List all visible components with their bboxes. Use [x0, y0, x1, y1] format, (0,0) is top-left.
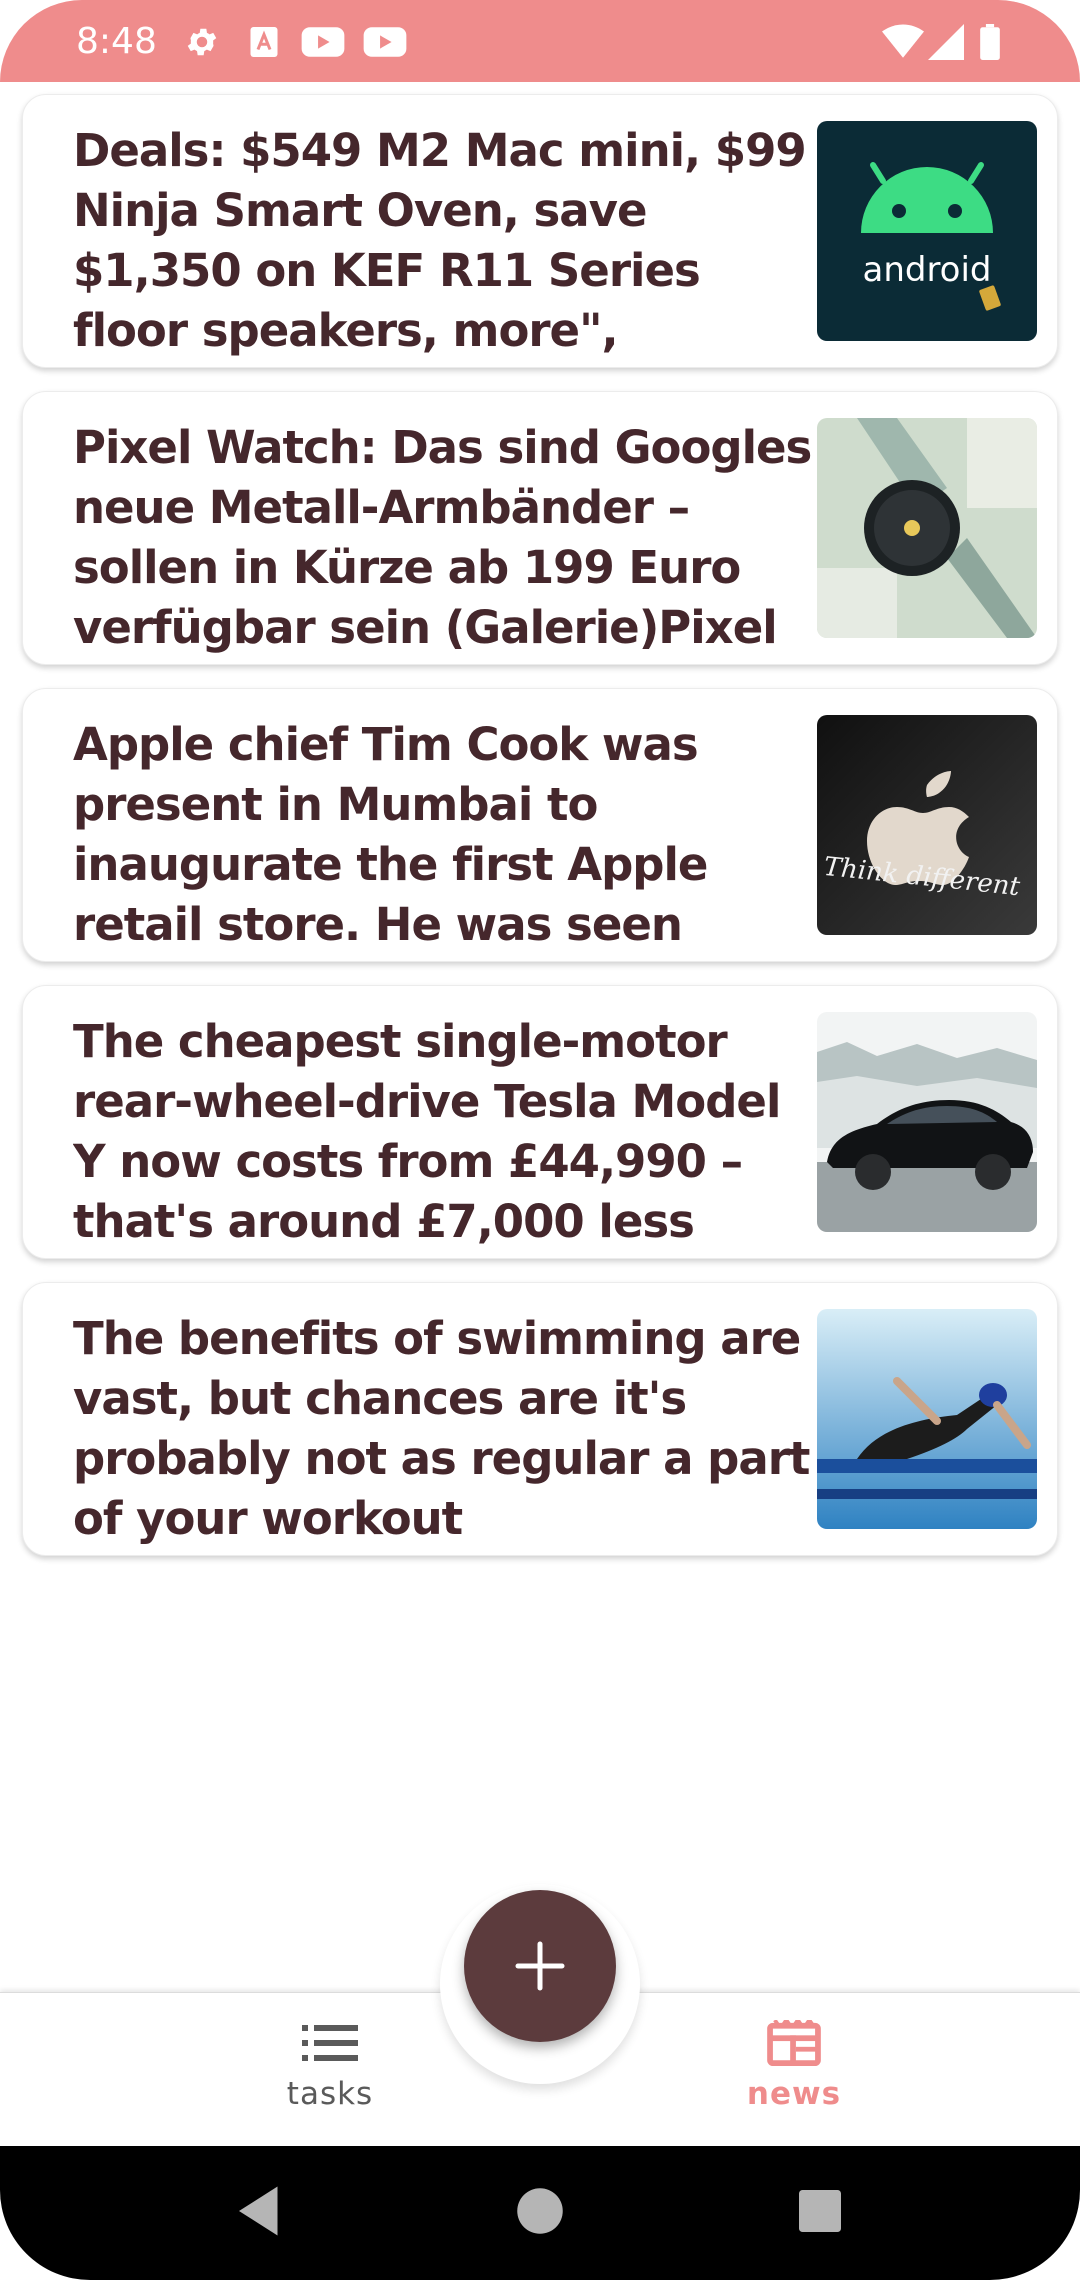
news-card[interactable]: Pixel Watch: Das sind Googles neue Metal…: [22, 391, 1058, 665]
home-icon[interactable]: [505, 2176, 575, 2246]
nav-news-label: news: [746, 2076, 842, 2112]
nav-tasks-label: tasks: [286, 2076, 374, 2112]
system-navigation-bar: [0, 2146, 1080, 2280]
news-title: Deals: $549 M2 Mac mini, $99 Ninja Smart…: [73, 124, 807, 357]
android-logo-text: android: [862, 250, 991, 290]
plus-icon: [515, 1941, 565, 1991]
text-a-icon: [244, 24, 284, 60]
cell-signal-icon: [928, 24, 964, 60]
battery-icon: [978, 24, 1002, 60]
swimmer-image: [817, 1309, 1037, 1529]
status-bar: 8:48: [0, 0, 1080, 82]
youtube-icon: [300, 24, 346, 60]
news-list[interactable]: Deals: $549 M2 Mac mini, $99 Ninja Smart…: [22, 94, 1058, 1579]
apple-think-different-image: Think different: [817, 715, 1037, 935]
newspaper-icon: [766, 2020, 822, 2066]
gear-icon: [182, 24, 222, 60]
news-title: Pixel Watch: Das sind Googles neue Metal…: [73, 421, 812, 654]
news-title: Apple chief Tim Cook was present in Mumb…: [73, 718, 708, 951]
news-card[interactable]: The cheapest single-motor rear-wheel-dri…: [22, 985, 1058, 1259]
list-icon: [302, 2020, 358, 2066]
wifi-icon: [882, 24, 924, 60]
news-card[interactable]: Apple chief Tim Cook was present in Mumb…: [22, 688, 1058, 962]
nav-news-tab[interactable]: news: [704, 2020, 884, 2130]
news-title: The cheapest single-motor rear-wheel-dri…: [73, 1015, 781, 1248]
status-time: 8:48: [76, 21, 157, 62]
add-fab-button[interactable]: [464, 1890, 616, 2042]
youtube-icon: [362, 24, 408, 60]
back-icon[interactable]: [225, 2176, 295, 2246]
news-screen: 8:48 Deals: $549 M2 Mac mini, $99 Ninja …: [0, 0, 1080, 2280]
tesla-model-y-image: [817, 1012, 1037, 1232]
news-title: The benefits of swimming are vast, but c…: [73, 1312, 810, 1545]
news-card[interactable]: Deals: $549 M2 Mac mini, $99 Ninja Smart…: [22, 94, 1058, 368]
pixel-watch-image: [817, 418, 1037, 638]
recents-icon[interactable]: [785, 2176, 855, 2246]
news-card[interactable]: The benefits of swimming are vast, but c…: [22, 1282, 1058, 1556]
android-logo-image: android: [817, 121, 1037, 341]
nav-tasks-tab[interactable]: tasks: [240, 2020, 420, 2130]
